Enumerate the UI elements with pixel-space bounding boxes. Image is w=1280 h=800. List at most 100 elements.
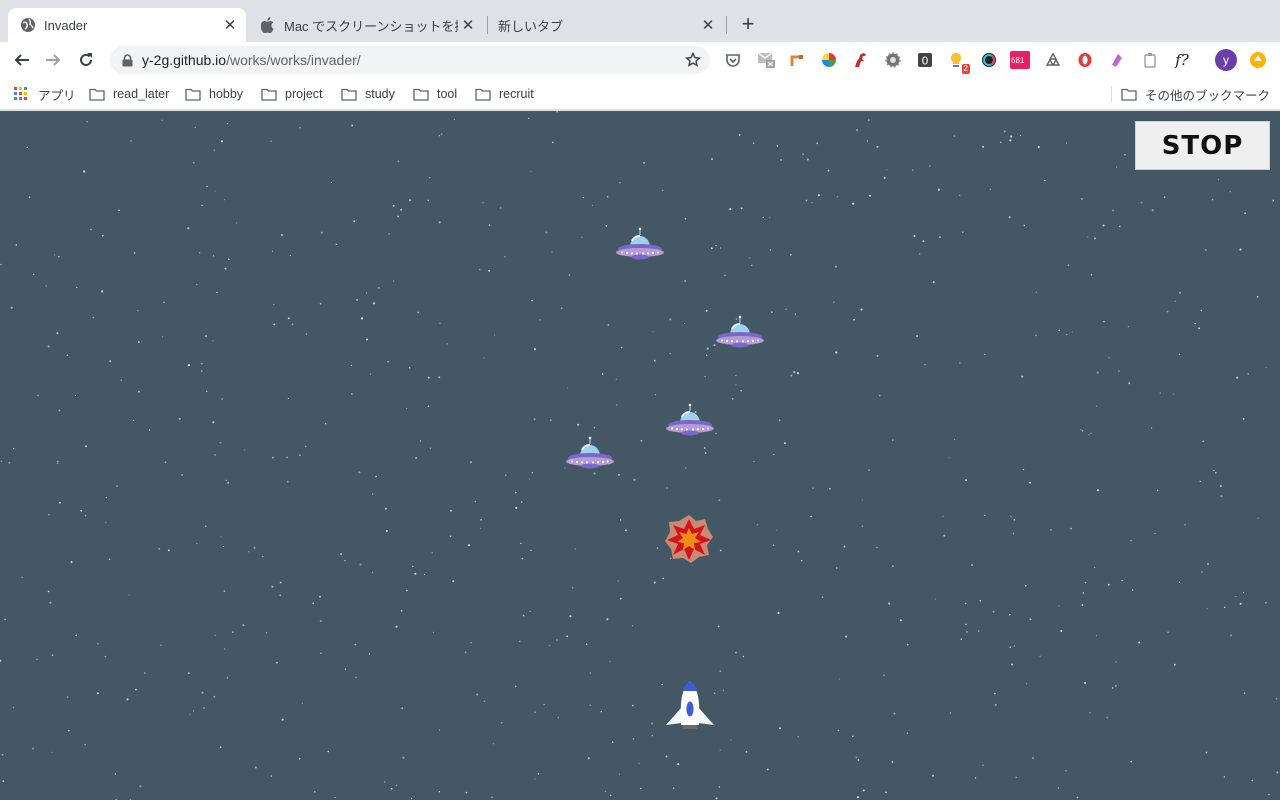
bookmark-apps[interactable]: アプリ: [14, 85, 76, 103]
star-dot: [738, 134, 741, 136]
close-icon[interactable]: ✕: [698, 15, 718, 35]
orange-extension-icon[interactable]: [1248, 50, 1268, 70]
star-dot: [618, 473, 620, 476]
star-dot: [1037, 145, 1040, 149]
star-dot: [617, 580, 619, 582]
opera-icon[interactable]: [1075, 50, 1095, 70]
forward-icon[interactable]: [40, 47, 66, 73]
pipe-extension-icon[interactable]: [787, 50, 807, 70]
back-icon[interactable]: [9, 47, 35, 73]
star-dot: [499, 207, 502, 209]
star-dot: [1243, 692, 1246, 694]
bookmark-folder-tool[interactable]: tool: [413, 85, 457, 103]
lightbulb-icon[interactable]: 2: [946, 50, 970, 74]
bookmark-folder-study[interactable]: study: [341, 85, 395, 103]
close-icon[interactable]: ✕: [220, 15, 240, 35]
url-text: y-2g.github.io/works/works/invader/: [142, 52, 361, 68]
star-dot: [139, 785, 142, 788]
pocket-icon[interactable]: [723, 50, 743, 70]
star-dot: [327, 750, 329, 753]
star-dot: [452, 580, 455, 583]
star-dot: [965, 479, 967, 482]
bookmark-folder-project[interactable]: project: [261, 85, 323, 103]
star-dot: [12, 447, 15, 450]
star-dot: [201, 363, 203, 365]
star-dot: [397, 160, 400, 163]
star-dot: [1087, 236, 1089, 238]
star-dot: [21, 576, 23, 579]
star-dot: [220, 140, 223, 143]
star-dot: [358, 471, 361, 474]
star-dot: [67, 729, 70, 732]
star-dot: [423, 573, 426, 576]
counter-extension-icon[interactable]: 681: [1010, 50, 1030, 70]
star-dot: [993, 692, 996, 695]
browser-toolbar: y-2g.github.io/works/works/invader/ 0 2 …: [0, 42, 1280, 78]
star-dot: [521, 501, 523, 503]
star-dot: [1013, 645, 1015, 647]
stop-button[interactable]: STOP: [1135, 121, 1270, 170]
font-identify-icon[interactable]: f?: [1170, 50, 1194, 70]
star-dot: [534, 778, 536, 780]
recycle-icon[interactable]: [1043, 50, 1063, 70]
star-dot: [429, 177, 431, 179]
star-dot: [470, 461, 472, 463]
clipboard-icon[interactable]: [1140, 50, 1160, 70]
bookmark-other-bookmarks[interactable]: その他のブックマーク: [1121, 85, 1270, 103]
new-tab-button[interactable]: +: [736, 12, 760, 36]
star-dot: [566, 635, 569, 638]
bookmark-folder-hobby[interactable]: hobby: [185, 85, 243, 103]
star-dot: [340, 553, 343, 556]
star-dot: [265, 631, 268, 634]
star-dot: [47, 345, 50, 348]
star-dot: [1008, 216, 1011, 219]
star-dot: [821, 596, 824, 599]
ufo-enemy: [616, 227, 664, 260]
star-dot: [606, 195, 609, 198]
star-dot: [1039, 655, 1041, 657]
star-dot: [779, 727, 781, 730]
mail-muted-icon[interactable]: [757, 50, 777, 70]
close-icon[interactable]: ✕: [458, 15, 478, 35]
star-dot: [1067, 264, 1069, 266]
star-dot: [51, 654, 54, 657]
bookmark-folder-read-later[interactable]: read_later: [89, 85, 169, 103]
tab-mac-screenshot[interactable]: Mac でスクリーンショットを撮る ✕: [248, 8, 484, 42]
color-wheel-icon[interactable]: [819, 50, 839, 70]
bookmark-star-icon[interactable]: [684, 51, 702, 69]
starfield: [0, 111, 1279, 800]
camera-ring-icon[interactable]: [979, 50, 999, 70]
star-dot: [653, 359, 656, 362]
star-dot: [856, 796, 860, 799]
star-dot: [188, 672, 190, 674]
tab-new-tab[interactable]: 新しいタブ ✕: [488, 8, 724, 42]
star-dot: [273, 323, 276, 326]
profile-avatar[interactable]: y: [1215, 49, 1237, 71]
dinosaur-extension-icon[interactable]: [850, 50, 870, 70]
star-dot: [1015, 776, 1017, 778]
gear-extension-icon[interactable]: [883, 50, 903, 70]
star-dot: [102, 234, 104, 237]
star-dot: [1084, 581, 1087, 584]
bookmark-folder-recruit[interactable]: recruit: [475, 85, 534, 103]
reload-icon[interactable]: [73, 47, 99, 73]
star-dot: [1151, 209, 1154, 212]
star-dot: [1239, 248, 1242, 251]
star-dot: [735, 384, 737, 386]
star-dot: [271, 250, 273, 252]
zero-extension-icon[interactable]: 0: [915, 50, 935, 70]
address-bar[interactable]: y-2g.github.io/works/works/invader/: [110, 46, 710, 74]
star-dot: [1096, 405, 1098, 407]
star-dot: [528, 117, 530, 119]
game-canvas[interactable]: STOP: [0, 111, 1280, 800]
star-dot: [879, 394, 881, 397]
tab-separator: [726, 16, 727, 34]
star-dot: [618, 773, 620, 775]
star-dot: [769, 249, 771, 251]
gradient-extension-icon[interactable]: [1107, 50, 1127, 70]
star-dot: [857, 759, 860, 761]
tab-title: 新しいタブ: [498, 18, 564, 34]
tab-invader[interactable]: Invader ✕: [8, 8, 246, 42]
star-dot: [226, 676, 229, 679]
star-dot: [196, 283, 198, 285]
